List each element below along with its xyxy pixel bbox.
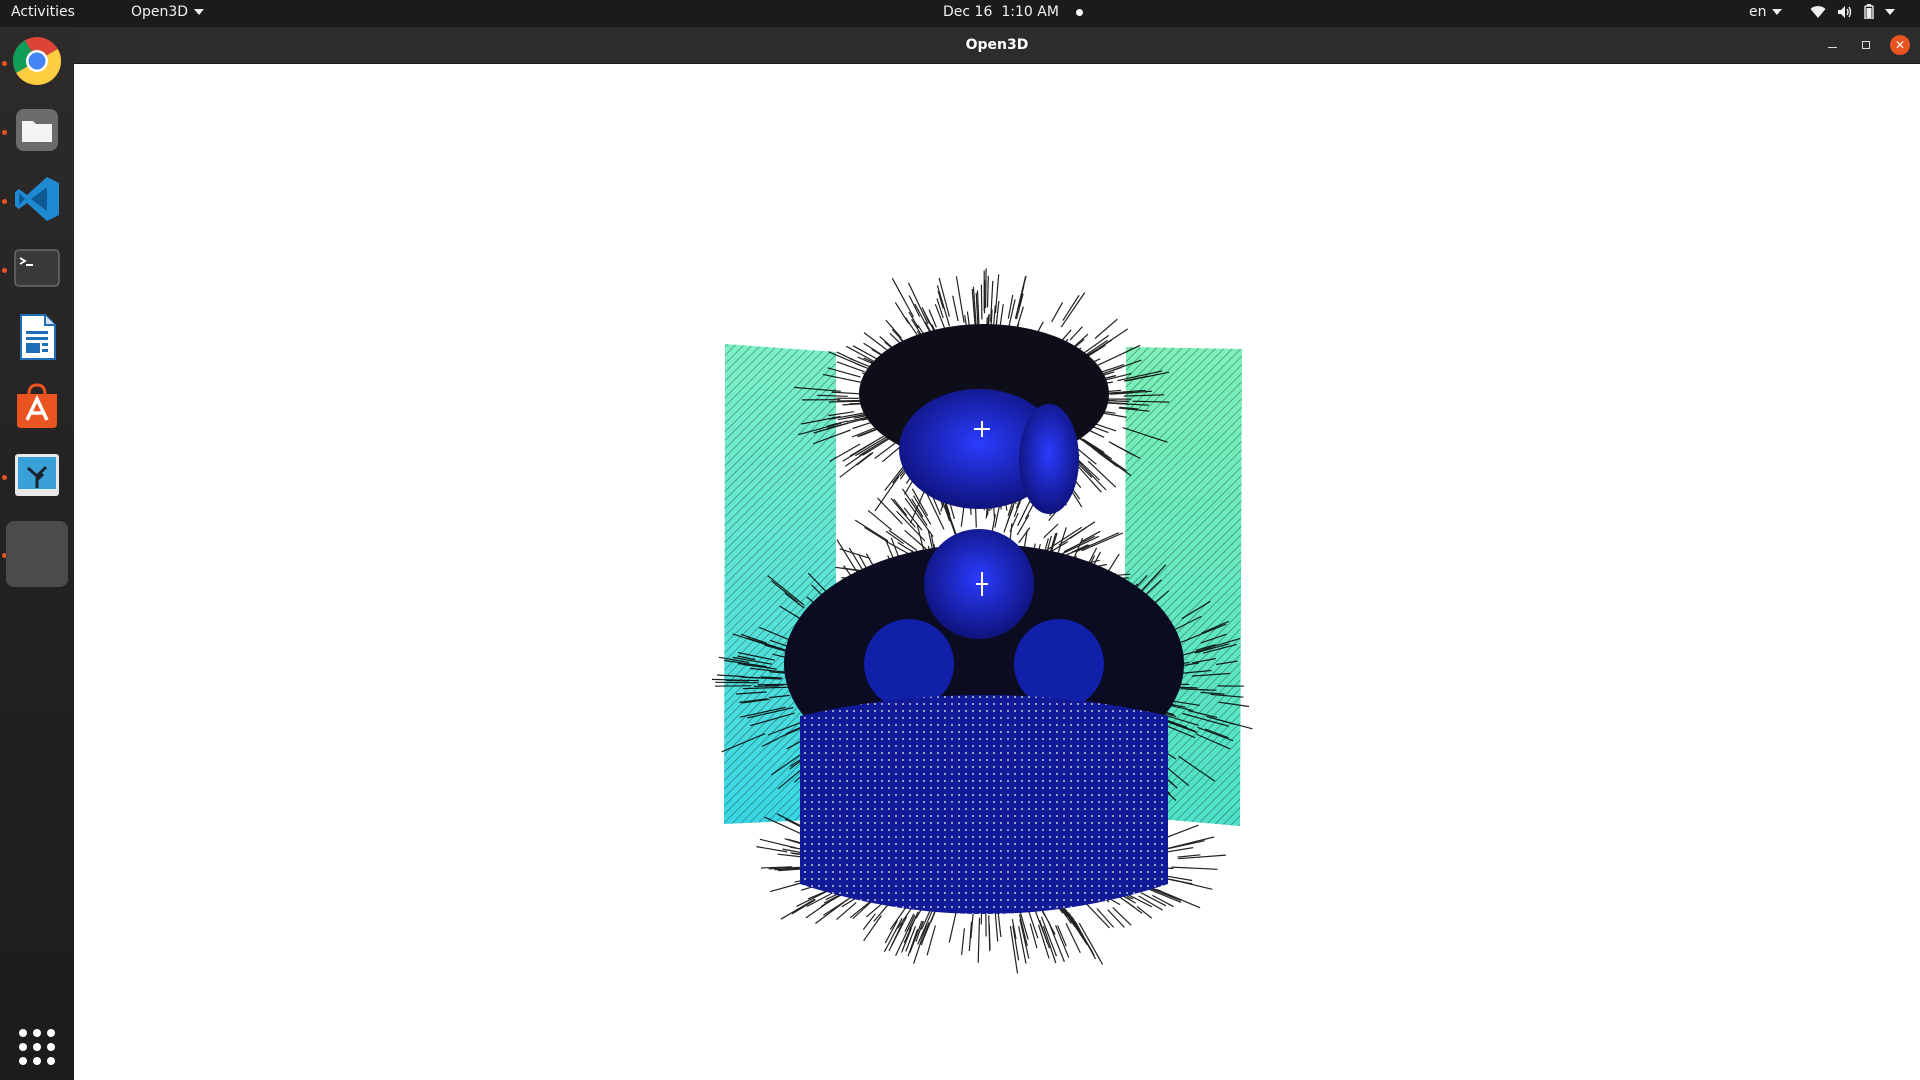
dock-item-ubuntu-software[interactable]: [6, 375, 68, 437]
grid-icon: [19, 1029, 27, 1037]
clock[interactable]: Dec 16 1:10 AM: [943, 4, 1083, 20]
chevron-down-icon: [1885, 8, 1895, 15]
close-icon: ✕: [1894, 38, 1906, 52]
language-indicator[interactable]: en: [1749, 4, 1782, 20]
dock-item-libreoffice-writer[interactable]: [6, 306, 68, 368]
clock-date: Dec 16: [943, 4, 993, 20]
dock-item-image-viewer[interactable]: [6, 444, 68, 506]
show-applications-button[interactable]: [19, 1029, 55, 1065]
top-panel: Activities Open3D Dec 16 1:10 AM en: [0, 0, 1920, 27]
language-label: en: [1749, 4, 1767, 20]
image-viewer-icon: [15, 454, 59, 496]
dock: [0, 27, 74, 1080]
volume-icon: [1838, 5, 1852, 18]
clock-time: 1:10 AM: [1001, 4, 1059, 20]
software-store-icon: [17, 383, 57, 428]
notification-dot-icon: [1075, 8, 1083, 16]
maximize-button[interactable]: [1856, 35, 1876, 55]
dock-item-vscode[interactable]: [6, 168, 68, 230]
chevron-down-icon: [194, 9, 205, 15]
3d-viewport[interactable]: [74, 64, 1920, 1080]
wifi-icon: [1810, 5, 1826, 18]
dock-item-terminal[interactable]: [6, 237, 68, 299]
window-controls: ✕: [1822, 35, 1910, 55]
dock-item-files[interactable]: [6, 99, 68, 161]
minimize-button[interactable]: [1822, 35, 1842, 55]
battery-icon: [1864, 4, 1874, 19]
activities-button[interactable]: Activities: [11, 4, 75, 20]
app-menu[interactable]: Open3D: [131, 4, 205, 20]
chevron-down-icon: [1771, 9, 1782, 15]
chrome-icon: [12, 37, 62, 86]
libreoffice-writer-icon: [20, 314, 56, 360]
restore-icon: [1862, 41, 1870, 49]
minimize-icon: [1827, 46, 1837, 48]
app-menu-label: Open3D: [131, 4, 189, 20]
dock-item-open3d[interactable]: [6, 521, 68, 587]
open3d-window: Open3D ✕: [74, 27, 1920, 1080]
vscode-icon: [15, 177, 59, 221]
dock-item-chrome[interactable]: [6, 30, 68, 92]
system-tray[interactable]: [1810, 4, 1895, 19]
window-titlebar[interactable]: Open3D ✕: [74, 27, 1920, 64]
folder-icon: [16, 109, 58, 151]
point-cloud-render: [711, 268, 1253, 974]
terminal-icon: [14, 249, 60, 287]
window-title: Open3D: [965, 37, 1029, 53]
close-button[interactable]: ✕: [1890, 35, 1910, 55]
